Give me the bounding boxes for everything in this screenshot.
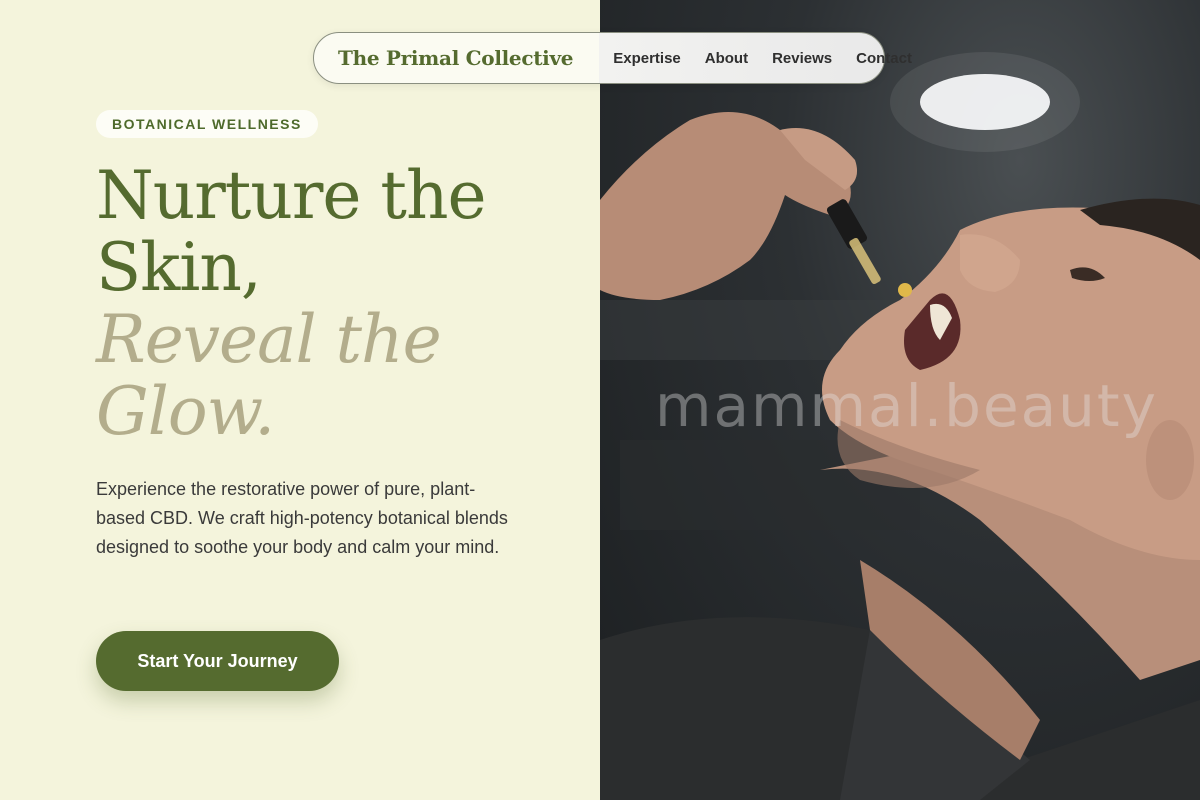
- hero-left-panel: BOTANICAL WELLNESS Nurture the Skin, Rev…: [0, 0, 600, 800]
- headline-line-1: Nurture the: [96, 157, 487, 234]
- top-navbar: The Primal Collective Expertise About Re…: [313, 32, 912, 84]
- watermark-text: mammal.beauty: [655, 372, 1158, 440]
- brand-logo[interactable]: The Primal Collective: [338, 46, 574, 70]
- headline-italic-line-1: Reveal the: [96, 301, 442, 378]
- hero-description: Experience the restorative power of pure…: [96, 479, 508, 557]
- nav-link-contact[interactable]: Contact: [856, 50, 912, 67]
- nav-link-reviews[interactable]: Reviews: [772, 50, 832, 67]
- nav-links: Expertise About Reviews Contact: [613, 50, 912, 67]
- start-journey-button[interactable]: Start Your Journey: [96, 631, 339, 691]
- headline-line-2: Skin,: [96, 229, 262, 306]
- headline-italic-line-2: Glow.: [96, 373, 275, 450]
- hero-photo: mammal.beauty: [600, 0, 1200, 800]
- nav-link-expertise[interactable]: Expertise: [613, 50, 681, 67]
- category-badge: BOTANICAL WELLNESS: [96, 110, 318, 138]
- hero-headline: Nurture the Skin, Reveal the Glow.: [96, 160, 576, 448]
- nav-link-about[interactable]: About: [705, 50, 748, 67]
